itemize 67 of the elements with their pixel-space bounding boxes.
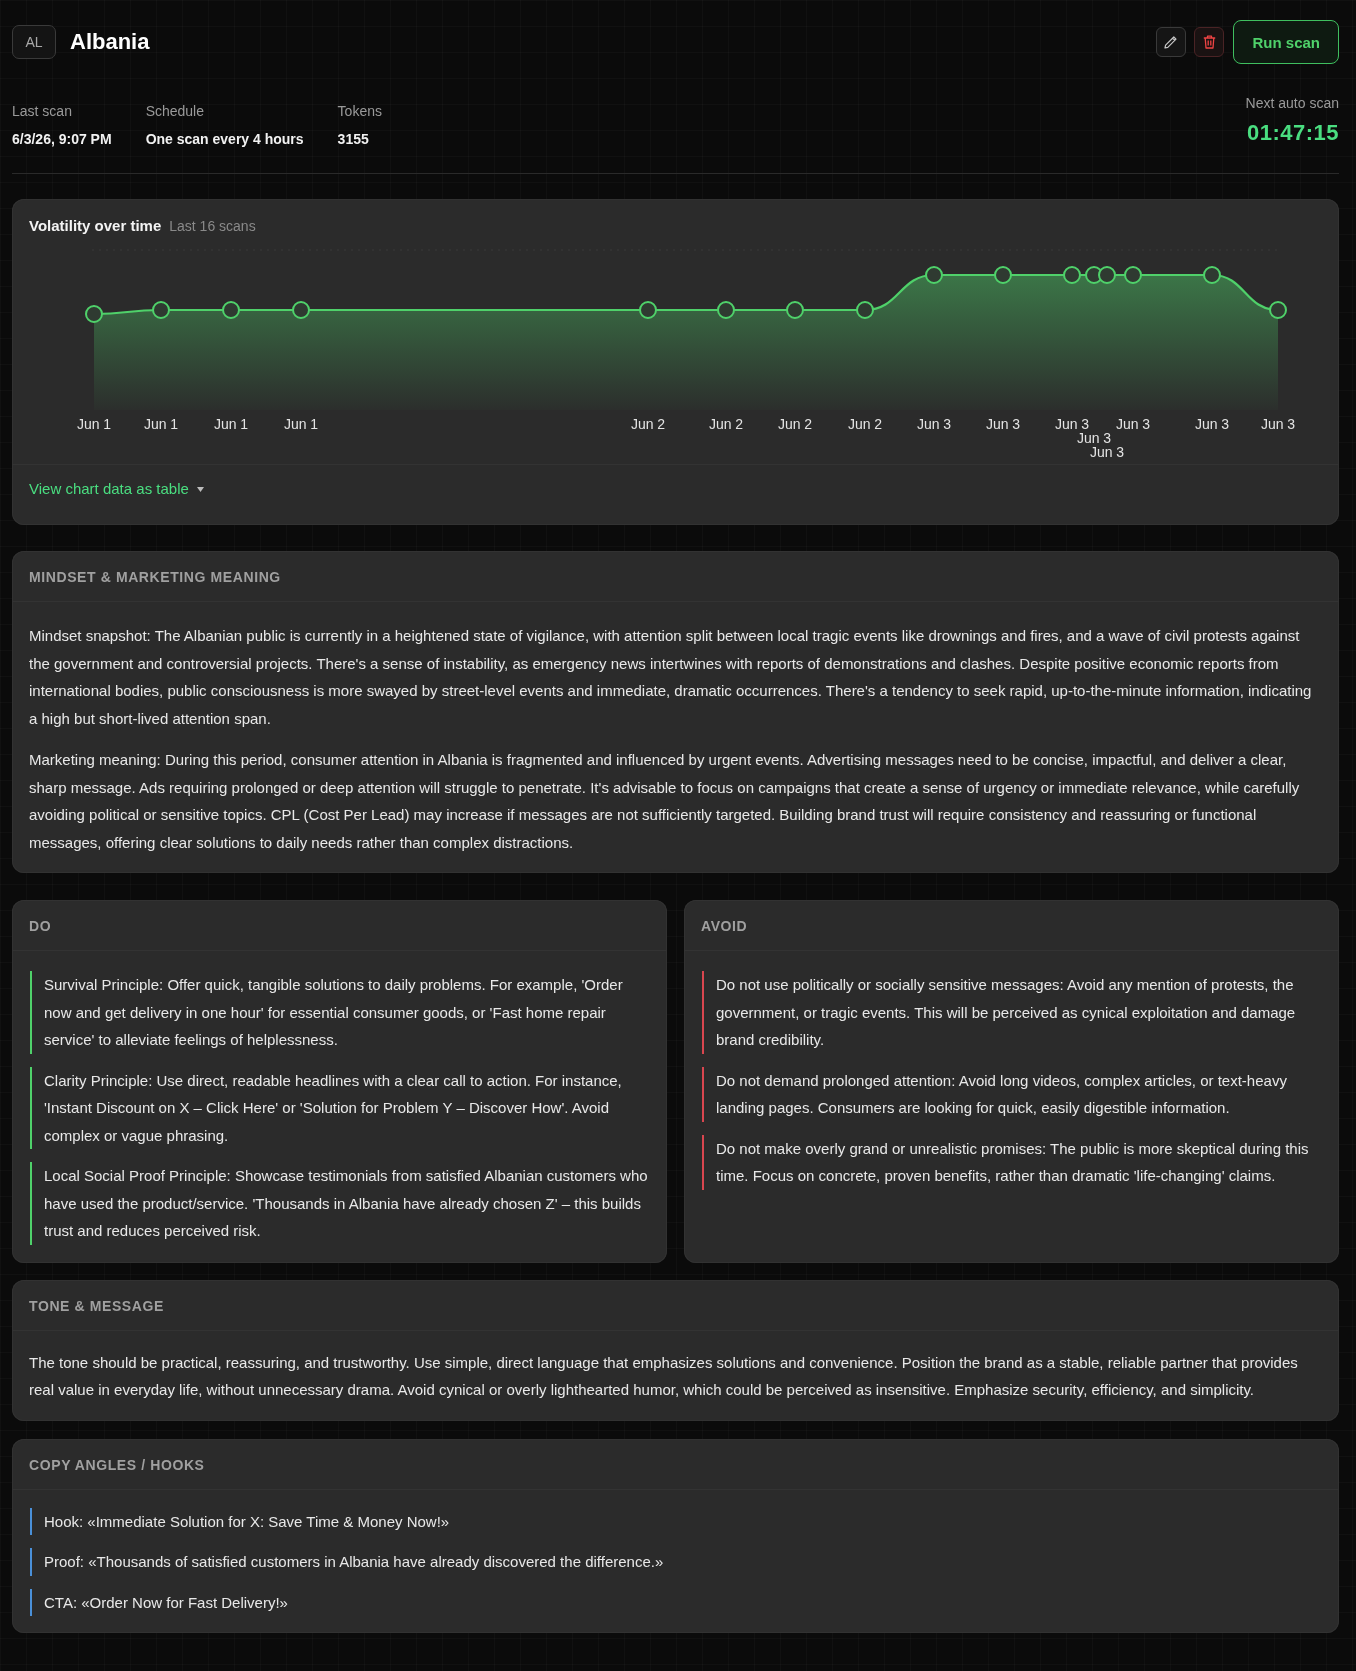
x-axis-label: Jun 3 bbox=[985, 416, 1021, 432]
section-heading: TONE & MESSAGE bbox=[28, 1296, 165, 1316]
section-heading: AVOID bbox=[700, 917, 749, 936]
data-point bbox=[639, 301, 657, 319]
x-axis-label: Jun 1 bbox=[283, 416, 319, 432]
x-axis-label: Jun 3 bbox=[1260, 416, 1296, 432]
hook-item: Proof: «Thousands of satisfied customers in Albania have already discovered the difference.» bbox=[30, 1548, 1321, 1576]
hook-item: CTA: «Order Now for Fast Delivery!» bbox=[30, 1588, 1321, 1616]
data-point bbox=[85, 305, 103, 323]
avoid-item: Do not demand prolonged attention: Avoid long videos, complex articles, or text-heavy landing pages. Consumers are looking for quick, easily digestible information. bbox=[702, 1066, 1321, 1122]
pencil-icon bbox=[1164, 35, 1179, 49]
section-heading: COPY ANGLES / HOOKS bbox=[28, 1455, 206, 1475]
x-axis-label: Jun 1 bbox=[213, 416, 249, 432]
edit-button[interactable] bbox=[1156, 27, 1187, 57]
delete-button[interactable] bbox=[1194, 27, 1225, 57]
x-axis-label: Jun 3 bbox=[1194, 416, 1230, 432]
stat-value: 6/3/26, 9:07 PM bbox=[12, 130, 112, 149]
stat-label: Last scan bbox=[12, 102, 73, 121]
x-axis-label: Jun 2 bbox=[630, 416, 666, 432]
paragraph: Mindset snapshot: The Albanian public is currently in a heightened state of vigilance, with attention split between local tragic events like drownings and fires, and a wave of civil protests against the government and controversial projects. There's a sense of instability, as emergency news intertwines with reports of demonstrations and clashes. Despite positive economic reports from international bodies, public consciousness is more swayed by street-level events and immediate, dramatic occurrences. There's a tendency to seek rapid, up-to-the-minute information, indicating a high but short-lived attention span. bbox=[29, 626, 1313, 729]
x-axis-label: Jun 2 bbox=[708, 416, 744, 432]
do-item: Clarity Principle: Use direct, readable headlines with a clear call to action. For instance, 'Instant Discount on X – Click Here' or 'Solution for Problem Y – Discover How'. Avoid complex or vague phrasing. bbox=[30, 1066, 649, 1149]
country-code-badge: AL bbox=[12, 25, 56, 59]
x-axis-label: Jun 3 bbox=[916, 416, 952, 432]
paragraph: The tone should be practical, reassuring, and trustworthy. Use simple, direct language that emphasizes solutions and convenience. Position the brand as a stable, reliable partner that provides real value in everyday life, without unnecessary drama. Avoid cynical or overly lighthearted humor, which could be perceived as insensitive. Emphasize security, efficiency, and simplicity. bbox=[29, 1352, 1299, 1400]
x-axis-label: Jun 2 bbox=[847, 416, 883, 432]
x-axis-label: Jun 3 bbox=[1054, 416, 1090, 432]
data-point bbox=[1203, 266, 1221, 284]
data-point bbox=[717, 301, 735, 319]
data-point bbox=[292, 301, 310, 319]
x-axis-label: Jun 2 bbox=[777, 416, 813, 432]
data-point bbox=[925, 266, 943, 284]
caret-icon bbox=[196, 486, 204, 492]
x-axis-label: Jun 1 bbox=[76, 416, 112, 432]
data-point bbox=[856, 301, 874, 319]
paragraph: Marketing meaning: During this period, consumer attention in Albania is fragmented and influenced by urgent events. Advertising messages need to be concise, impactful, and deliver a clear, sharp message. Ads requiring prolonged or deep attention will struggle to penetrate. It's advisable to focus on campaigns that create a sense of urgency or immediate relevance, while carefully avoiding political or sensitive topics. CPL (Cost Per Lead) may increase if messages are not sufficiently targeted. Building brand trust will require consistency and reassuring or functional messages, offering clear solutions to daily needs rather than complex distractions. bbox=[29, 750, 1301, 853]
avoid-item: Do not use politically or socially sensitive messages: Avoid any mention of protests, the government, or tragic events. This will be perceived as cynical exploitation and damage brand credibility. bbox=[702, 971, 1321, 1054]
next-scan-label: Next auto scan bbox=[1245, 94, 1339, 113]
stat-value: 3155 bbox=[337, 130, 370, 149]
data-point bbox=[1063, 266, 1081, 284]
do-item: Local Social Proof Principle: Showcase testimonials from satisfied Albanian customers who have used the product/service. 'Thousands in Albania have already chosen Z' – this builds trust and reduces perceived risk. bbox=[30, 1162, 649, 1245]
hook-item: Hook: «Immediate Solution for X: Save Time & Money Now!» bbox=[30, 1507, 1321, 1535]
page-title: Albania bbox=[70, 29, 150, 55]
avoid-item: Do not make overly grand or unrealistic promises: The public is more skeptical during this time. Focus on concrete, proven benefits, rather than dramatic 'life-changing' claims. bbox=[702, 1134, 1321, 1190]
x-axis-label: Jun 3 bbox=[1115, 416, 1151, 432]
view-table-toggle[interactable]: View chart data as table bbox=[29, 479, 204, 499]
data-point bbox=[222, 301, 240, 319]
data-point bbox=[1098, 266, 1116, 284]
do-item: Survival Principle: Offer quick, tangible solutions to daily problems. For example, 'Order now and get delivery in one hour' for essential consumer goods, or 'Fast home repair service' to alleviate feelings of helplessness. bbox=[30, 971, 649, 1054]
data-point bbox=[1124, 266, 1142, 284]
data-point bbox=[152, 301, 170, 319]
chart-title: Volatility over time bbox=[29, 216, 162, 236]
data-point bbox=[786, 301, 804, 319]
x-axis-label: Jun 3 bbox=[1089, 444, 1125, 460]
x-axis-label: Jun 3 bbox=[1076, 430, 1112, 446]
stat-label: Tokens bbox=[337, 102, 382, 121]
x-axis-label: Jun 1 bbox=[143, 416, 179, 432]
chart-subtitle: Last 16 scans bbox=[169, 217, 256, 236]
stat-label: Schedule bbox=[145, 102, 205, 121]
section-heading: MINDSET & MARKETING MEANING bbox=[28, 568, 282, 587]
section-heading: DO bbox=[28, 917, 53, 936]
stat-value: One scan every 4 hours bbox=[145, 130, 304, 149]
run-scan-button[interactable]: Run scan bbox=[1233, 20, 1339, 64]
trash-icon bbox=[1203, 35, 1216, 49]
countdown-timer: 01:47:15 bbox=[1246, 119, 1339, 147]
data-point bbox=[1269, 301, 1287, 319]
data-point bbox=[994, 266, 1012, 284]
